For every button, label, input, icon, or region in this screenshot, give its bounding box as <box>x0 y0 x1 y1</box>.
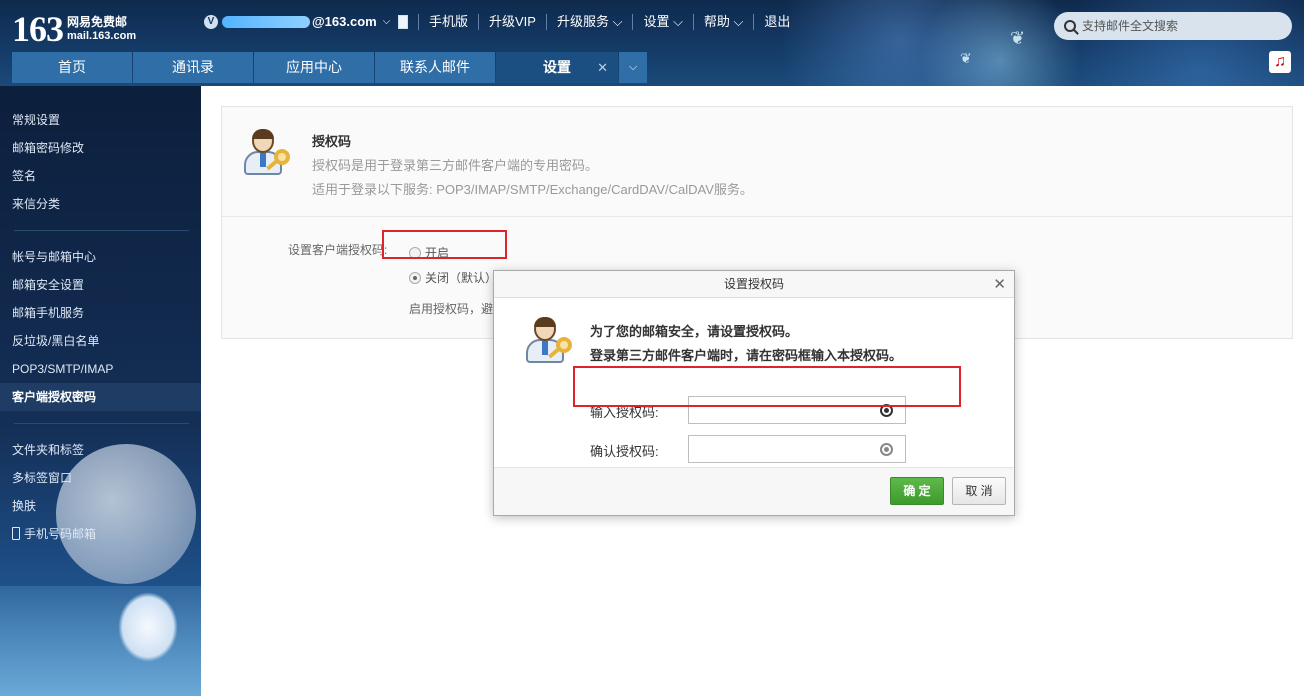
dialog-header: 设置授权码 ✕ <box>494 271 1014 298</box>
tab-settings[interactable]: 设置 ✕ <box>496 52 618 83</box>
tab-contacts[interactable]: 通讯录 <box>133 52 253 83</box>
sidebar-item-skin[interactable]: 换肤 <box>0 492 201 520</box>
top-nav: 手机版 升级VIP 升级服务 ⌵ 设置 ⌵ 帮助 ⌵ 退出 <box>418 14 800 30</box>
sidebar: 常规设置 邮箱密码修改 签名 来信分类 帐号与邮箱中心 邮箱安全设置 邮箱手机服… <box>0 86 201 696</box>
user-key-icon <box>244 129 294 179</box>
logo-en: mail.163.com <box>67 30 137 42</box>
phone-icon[interactable] <box>398 14 409 29</box>
logo[interactable]: 163 网易免费邮 mail.163.com <box>12 8 136 50</box>
panel-header: 授权码 授权码是用于登录第三方邮件客户端的专用密码。 适用于登录以下服务: PO… <box>222 107 1292 217</box>
sidebar-item-mobile-service[interactable]: 邮箱手机服务 <box>0 299 201 327</box>
radio-disable[interactable]: 关闭（默认） <box>409 269 497 286</box>
phone-icon <box>12 527 20 540</box>
radio-icon[interactable] <box>409 271 421 284</box>
logo-number: 163 <box>12 9 64 49</box>
nav-logout[interactable]: 退出 <box>753 14 800 30</box>
panel-services: 适用于登录以下服务: POP3/IMAP/SMTP/Exchange/CardD… <box>312 182 753 197</box>
highlight-box <box>573 366 961 407</box>
sidebar-item-general[interactable]: 常规设置 <box>0 106 201 134</box>
menu-group: 常规设置 邮箱密码修改 签名 来信分类 <box>12 86 189 231</box>
sidebar-item-pop3[interactable]: POP3/SMTP/IMAP <box>0 355 201 383</box>
dialog-title: 设置授权码 <box>723 277 784 291</box>
sidebar-item-phone-mailbox[interactable]: 手机号码邮箱 <box>0 520 201 548</box>
confirm-code-label: 确认授权码: <box>590 444 659 459</box>
tab-contact-mail[interactable]: 联系人邮件 <box>375 52 495 83</box>
menu-group: 文件夹和标签 多标签窗口 换肤 手机号码邮箱 <box>12 424 189 560</box>
redacted-username <box>222 15 310 28</box>
dialog-footer: 确 定 取 消 <box>494 467 1014 515</box>
sidebar-item-label: 手机号码邮箱 <box>24 527 97 541</box>
search-icon[interactable] <box>1064 20 1076 32</box>
chevron-down-icon[interactable]: ⌵ <box>619 52 647 83</box>
sidebar-item-security[interactable]: 邮箱安全设置 <box>0 271 201 299</box>
sidebar-item-multitab[interactable]: 多标签窗口 <box>0 464 201 492</box>
panel-title: 授权码 <box>312 134 352 149</box>
top-header: ❦ ❦ 163 网易免费邮 mail.163.com V @163.com ⌵ … <box>0 0 1304 86</box>
sidebar-item-client-auth[interactable]: 客户端授权密码 <box>0 383 201 411</box>
settings-menu: 常规设置 邮箱密码修改 签名 来信分类 帐号与邮箱中心 邮箱安全设置 邮箱手机服… <box>0 86 201 560</box>
confirm-button[interactable]: 确 定 <box>890 477 944 505</box>
vip-badge-icon: V <box>204 14 218 29</box>
nav-settings[interactable]: 设置 ⌵ <box>632 14 692 30</box>
chevron-down-icon[interactable]: ⌵ <box>383 16 391 27</box>
sidebar-item-account-center[interactable]: 帐号与邮箱中心 <box>0 243 201 271</box>
sidebar-item-password[interactable]: 邮箱密码修改 <box>0 134 201 162</box>
tab-home[interactable]: 首页 <box>12 52 132 83</box>
highlight-box <box>382 230 507 259</box>
nav-upgrade-vip[interactable]: 升级VIP <box>478 14 546 30</box>
confirm-code-field[interactable] <box>688 435 906 463</box>
unicorn-decoration <box>118 592 178 662</box>
sidebar-item-filters[interactable]: 来信分类 <box>0 190 201 218</box>
user-key-icon <box>526 317 576 367</box>
sidebar-item-spam[interactable]: 反垃圾/黑白名单 <box>0 327 201 355</box>
nav-upgrade-service[interactable]: 升级服务 ⌵ <box>545 14 632 30</box>
sidebar-item-folders[interactable]: 文件夹和标签 <box>0 436 201 464</box>
radio-disable-label: 关闭（默认） <box>425 271 498 285</box>
hint-text: 启用授权码，避 <box>409 302 494 316</box>
sidebar-item-signature[interactable]: 签名 <box>0 162 201 190</box>
tab-app-center[interactable]: 应用中心 <box>254 52 374 83</box>
panel-description: 授权码是用于登录第三方邮件客户端的专用密码。 <box>312 158 599 173</box>
menu-group: 帐号与邮箱中心 邮箱安全设置 邮箱手机服务 反垃圾/黑白名单 POP3/SMTP… <box>0 231 201 424</box>
butterfly-icon: ❦ <box>960 50 972 66</box>
confirm-code-input[interactable] <box>689 436 869 462</box>
music-icon[interactable]: ♫ <box>1269 51 1291 73</box>
option-label: 设置客户端授权码: <box>288 243 388 257</box>
dialog-message-2: 登录第三方邮件客户端时，请在密码框输入本授权码。 <box>590 348 903 363</box>
cancel-button[interactable]: 取 消 <box>952 477 1006 505</box>
close-icon[interactable]: ✕ <box>993 271 1006 298</box>
logo-text: 网易免费邮 mail.163.com <box>67 15 136 43</box>
search-box[interactable] <box>1054 12 1292 40</box>
logo-cn: 网易免费邮 <box>67 15 128 29</box>
main-tabs: 首页 通讯录 应用中心 联系人邮件 设置 ✕ ⌵ <box>12 52 647 83</box>
eye-icon[interactable] <box>880 443 893 456</box>
close-icon[interactable]: ✕ <box>597 52 608 83</box>
dialog-message-1: 为了您的邮箱安全，请设置授权码。 <box>590 324 799 339</box>
butterfly-icon: ❦ <box>1010 28 1026 48</box>
tab-settings-label: 设置 <box>543 59 571 75</box>
user-domain: @163.com <box>312 14 377 29</box>
nav-help[interactable]: 帮助 ⌵ <box>692 14 753 30</box>
search-input[interactable] <box>1082 19 1282 33</box>
nav-mobile[interactable]: 手机版 <box>418 14 478 30</box>
user-account[interactable]: V @163.com ⌵ <box>204 14 420 29</box>
